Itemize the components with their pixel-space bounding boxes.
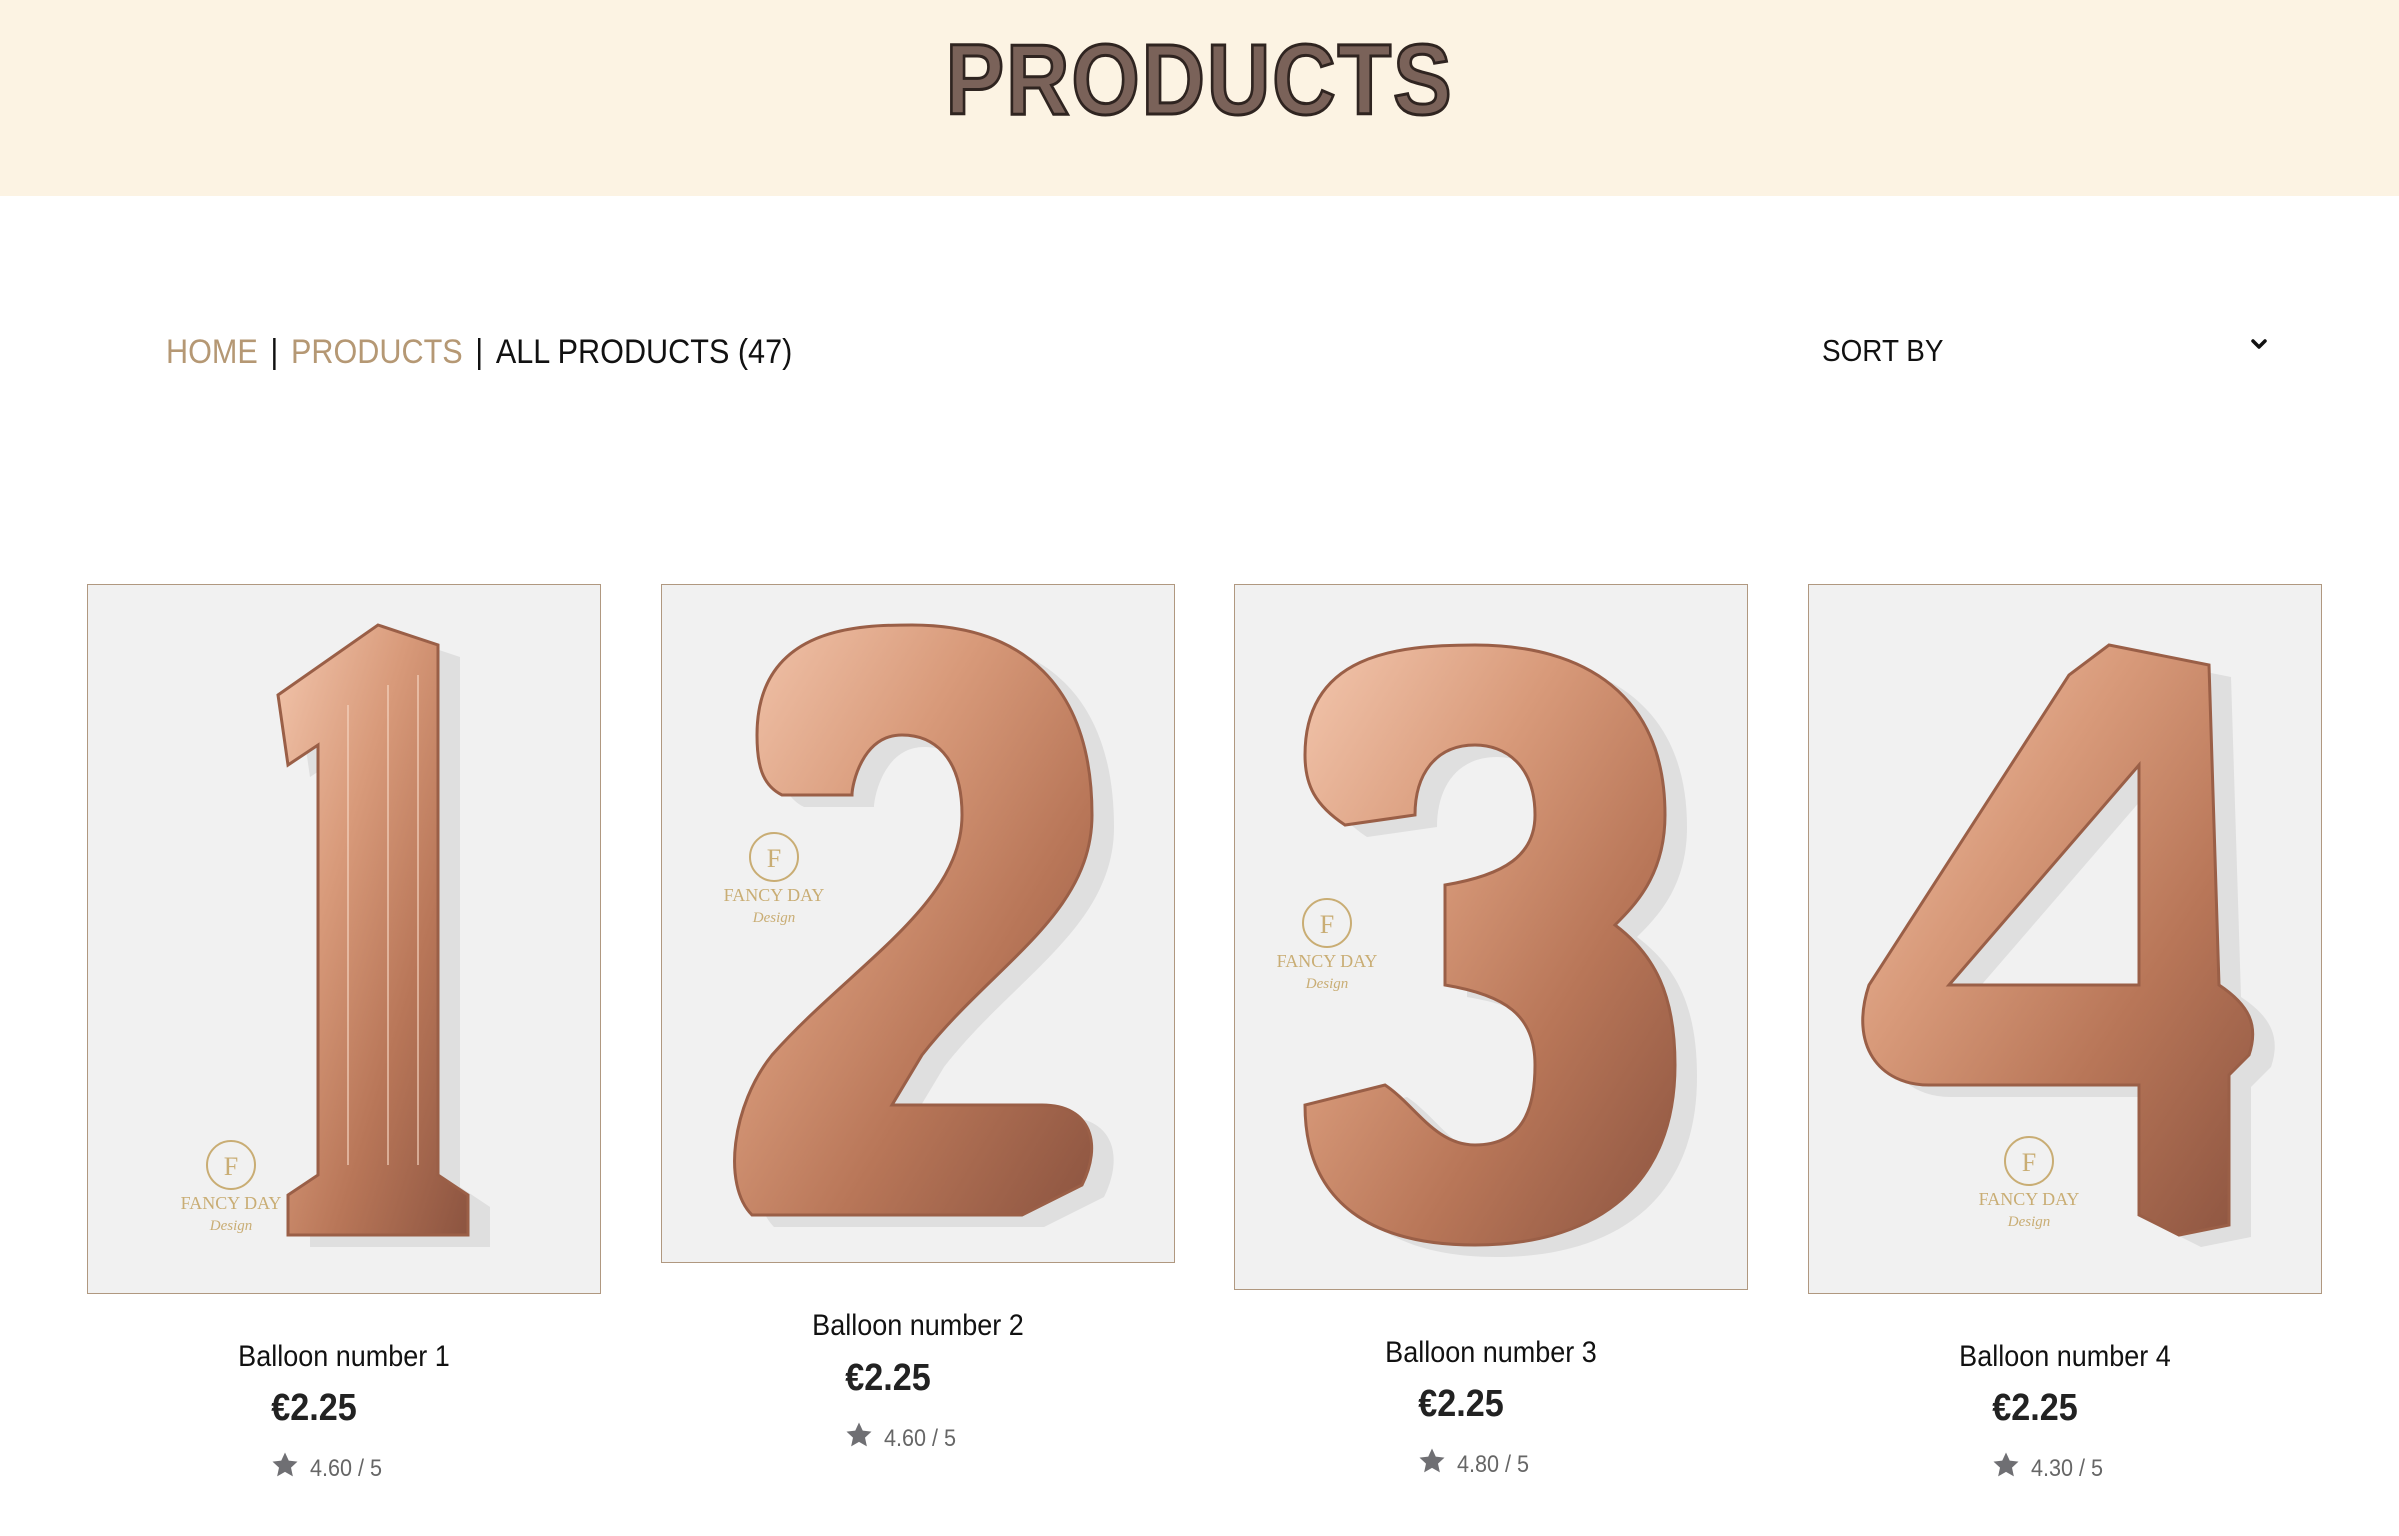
- breadcrumb: HOME | PRODUCTS | ALL PRODUCTS (47): [166, 330, 792, 374]
- svg-text:FANCY DAY: FANCY DAY: [1979, 1189, 2080, 1209]
- product-price: €2.25: [1418, 1383, 1504, 1425]
- svg-text:Design: Design: [1305, 976, 1349, 992]
- page-header: PRODUCTS: [0, 0, 2399, 196]
- product-name[interactable]: Balloon number 3: [1260, 1336, 1723, 1370]
- brand-watermark: F FANCY DAY Design: [181, 1140, 282, 1234]
- brand-watermark: F FANCY DAY Design: [1277, 898, 1378, 992]
- svg-text:Design: Design: [209, 1218, 253, 1234]
- product-image[interactable]: F FANCY DAY Design: [1808, 584, 2322, 1294]
- sort-by-dropdown[interactable]: SORT BY: [1822, 328, 2274, 374]
- rating-value: 4.80 / 5: [1456, 1451, 1530, 1478]
- svg-text:Design: Design: [2007, 1214, 2051, 1230]
- breadcrumb-home-link[interactable]: HOME: [166, 333, 258, 371]
- page-title: PRODUCTS: [944, 23, 1454, 138]
- product-name[interactable]: Balloon number 1: [113, 1340, 576, 1374]
- rating-value: 4.60 / 5: [883, 1425, 957, 1452]
- sort-by-label: SORT BY: [1822, 333, 1944, 368]
- star-icon: [1993, 1452, 2019, 1477]
- product-price: €2.25: [845, 1357, 931, 1399]
- product-rating: 4.30 / 5: [1792, 1450, 2306, 1483]
- svg-text:FANCY DAY: FANCY DAY: [724, 885, 825, 905]
- product-rating: 4.60 / 5: [71, 1450, 585, 1483]
- breadcrumb-separator: |: [475, 333, 484, 371]
- breadcrumb-separator: |: [270, 333, 279, 371]
- brand-watermark: F FANCY DAY Design: [1979, 1136, 2080, 1230]
- star-icon: [846, 1422, 872, 1447]
- svg-text:F: F: [1320, 910, 1334, 939]
- star-icon: [1419, 1448, 1445, 1473]
- product-rating: 4.80 / 5: [1218, 1446, 1732, 1479]
- chevron-down-icon: [2251, 339, 2267, 349]
- breadcrumb-products-link[interactable]: PRODUCTS: [291, 333, 463, 371]
- product-rating: 4.60 / 5: [645, 1420, 1159, 1453]
- svg-text:FANCY DAY: FANCY DAY: [181, 1193, 282, 1213]
- product-image[interactable]: F FANCY DAY Design: [87, 584, 601, 1294]
- svg-text:F: F: [224, 1152, 238, 1181]
- product-image[interactable]: F FANCY DAY Design: [661, 584, 1175, 1263]
- product-price: €2.25: [271, 1387, 357, 1429]
- product-name[interactable]: Balloon number 4: [1834, 1340, 2297, 1374]
- svg-text:Design: Design: [752, 910, 796, 926]
- rating-value: 4.60 / 5: [309, 1455, 383, 1482]
- brand-watermark: F FANCY DAY Design: [724, 832, 825, 926]
- product-price: €2.25: [1992, 1387, 2078, 1429]
- svg-text:FANCY DAY: FANCY DAY: [1277, 951, 1378, 971]
- svg-text:F: F: [2022, 1148, 2036, 1177]
- breadcrumb-current: ALL PRODUCTS (47): [495, 333, 793, 371]
- star-icon: [272, 1452, 298, 1477]
- product-image[interactable]: F FANCY DAY Design: [1234, 584, 1748, 1290]
- rating-value: 4.30 / 5: [2030, 1455, 2104, 1482]
- svg-text:F: F: [767, 844, 781, 873]
- product-name[interactable]: Balloon number 2: [687, 1309, 1150, 1343]
